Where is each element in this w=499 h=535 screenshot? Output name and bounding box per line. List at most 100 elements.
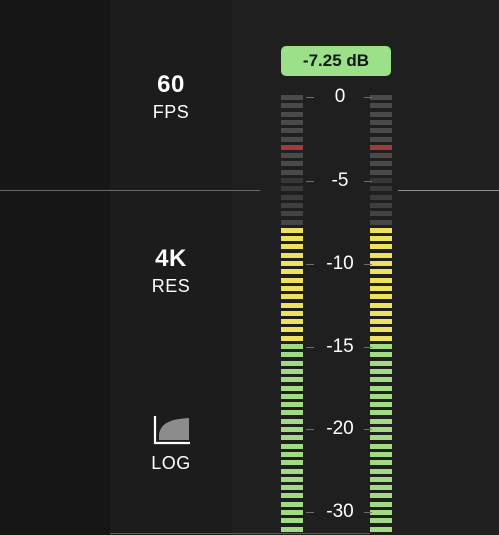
meter-segment [281,427,303,432]
meter-segment [281,485,303,491]
meter-segment [370,468,392,474]
camera-settings-screen: 60 FPS 4K RES LOG -7.25 dB 0 -5 -10 -15 … [0,0,499,535]
meter-segment [370,227,392,233]
frame-rate-value: 60 [157,71,185,98]
meter-segment [281,244,303,250]
meter-segment [281,410,303,416]
divider-line [110,533,370,534]
scale-tick [364,264,372,265]
scale-tick [306,181,314,182]
meter-segment [281,319,303,325]
meter-segment [370,327,392,333]
meter-segment [370,252,392,258]
scale-tick [306,97,314,98]
meter-segment [281,368,303,374]
scale-tick [364,429,372,430]
meter-channel-right [370,0,392,535]
meter-segment [370,119,392,125]
meter-segment [370,111,392,117]
meter-segment [281,310,303,316]
scale-tick [306,512,314,513]
meter-segment [281,460,303,466]
resolution-setting[interactable]: 4K RES [110,246,232,297]
meter-segment [370,377,392,383]
meter-segment [281,186,303,192]
meter-segment [370,476,392,482]
meter-segment [281,261,303,266]
meter-segment [370,302,392,308]
scale-tick [306,347,314,348]
meter-segment [370,451,392,457]
meter-segment [281,335,303,341]
scale-label-minus-10: -10 [318,253,362,275]
meter-segment [370,427,392,432]
meter-segment [370,368,392,374]
meter-segment [281,418,303,424]
scale-tick [306,429,314,430]
meter-segment [281,236,303,242]
meter-segment [281,327,303,333]
meter-segment [281,136,303,142]
log-curve-icon [153,416,190,445]
meter-segment [370,261,392,266]
meter-segment [370,128,392,134]
meter-segment [281,377,303,383]
scale-label-minus-5: -5 [318,170,362,192]
meter-segment [370,95,392,100]
meter-segment [281,277,303,283]
resolution-value: 4K [155,245,187,272]
meter-segment [370,310,392,316]
meter-segment [281,161,303,167]
meter-segment [370,269,392,275]
meter-segment [370,319,392,325]
meter-segment [370,277,392,283]
meter-segment [281,252,303,258]
meter-segment [370,186,392,192]
meter-segment [281,95,303,100]
meter-segment [370,485,392,491]
meter-segment [370,418,392,424]
scale-label-minus-20: -20 [318,418,362,440]
meter-segment [370,443,392,449]
divider-line [0,190,260,191]
meter-segment [281,219,303,225]
meter-segment [281,402,303,408]
log-label: LOG [151,453,191,473]
meter-segment [370,103,392,109]
frame-rate-label: FPS [152,102,190,122]
meter-segment [370,385,392,391]
scale-tick [364,181,372,182]
meter-segment [370,460,392,466]
meter-segment [281,393,303,399]
meter-segment [370,360,392,366]
meter-segment [370,344,392,349]
meter-segment [281,169,303,175]
meter-segment [281,103,303,109]
scale-label-minus-30: -30 [318,501,362,523]
meter-segment [370,219,392,225]
meter-segment [281,518,303,524]
meter-segment [281,468,303,474]
frame-rate-setting[interactable]: 60 FPS [110,72,232,123]
meter-segment [370,244,392,250]
audio-meter-panel [232,0,499,535]
meter-segment [281,294,303,300]
meter-segment [281,302,303,308]
meter-segment [370,236,392,242]
meter-segment [281,352,303,358]
meter-segment [281,510,303,515]
meter-segment [281,344,303,349]
meter-segment [281,526,303,532]
meter-segment [370,352,392,358]
meter-segment [281,211,303,217]
meter-segment [281,119,303,125]
meter-segment [370,335,392,341]
meter-segment [281,144,303,150]
meter-segment [370,435,392,441]
meter-segment [370,144,392,150]
meter-segment [281,128,303,134]
meter-segment [370,294,392,300]
meter-channel-left [281,0,303,535]
divider-line [398,190,499,191]
meter-segment [281,285,303,291]
